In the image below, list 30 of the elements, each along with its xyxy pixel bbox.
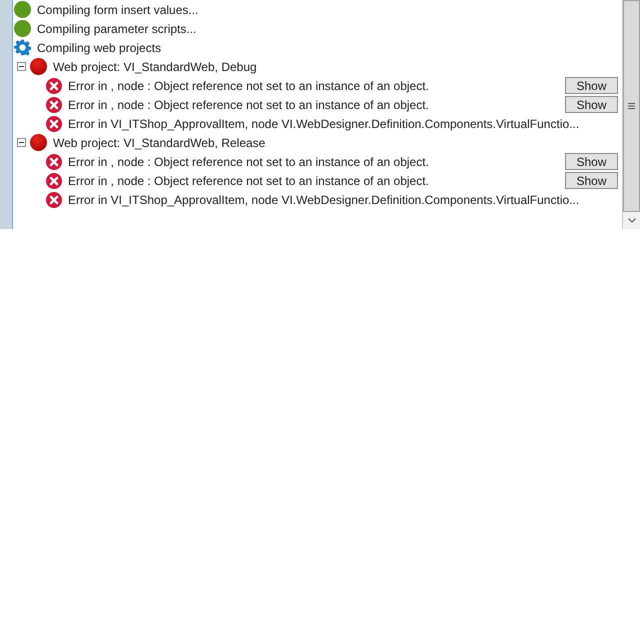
error-icon	[46, 154, 62, 170]
error-message: Error in , node : Object reference not set to an instance of an object.	[68, 154, 429, 170]
step-label: Compiling form insert values...	[37, 2, 198, 18]
show-button[interactable]: Show	[565, 77, 618, 94]
failure-status-icon	[30, 134, 47, 151]
error-icon	[46, 78, 62, 94]
show-button[interactable]: Show	[565, 172, 618, 189]
step-label: Web project: VI_StandardWeb, Release	[53, 134, 266, 152]
gear-icon	[14, 39, 31, 56]
collapse-toggle[interactable]	[17, 138, 26, 147]
error-icon	[46, 172, 62, 188]
error-message: Error in VI_ITShop_ApprovalItem, node VI.WebDesigner.Definition.Components.VirtualFunctio...	[68, 116, 580, 132]
chevron-down-icon	[628, 218, 636, 223]
error-icon	[46, 96, 62, 112]
error-icon	[46, 192, 62, 208]
step-label: Web project: VI_StandardWeb, Debug	[53, 58, 257, 76]
error-message: Error in VI_ITShop_ApprovalItem, node VI.WebDesigner.Definition.Components.VirtualFunctio...	[68, 192, 580, 208]
success-status-icon	[14, 1, 31, 18]
show-button[interactable]: Show	[565, 96, 618, 113]
grip-icon	[628, 103, 635, 109]
show-button[interactable]: Show	[565, 153, 618, 170]
error-message: Error in , node : Object reference not set to an instance of an object.	[68, 78, 429, 94]
error-icon	[46, 116, 62, 132]
error-message: Error in , node : Object reference not set to an instance of an object.	[68, 172, 429, 190]
error-message: Error in , node : Object reference not set to an instance of an object.	[68, 96, 429, 114]
step-label: Compiling parameter scripts...	[37, 20, 196, 38]
success-status-icon	[14, 20, 31, 37]
failure-status-icon	[30, 58, 47, 75]
step-label: Compiling web projects	[37, 40, 162, 56]
collapse-toggle[interactable]	[17, 62, 26, 71]
